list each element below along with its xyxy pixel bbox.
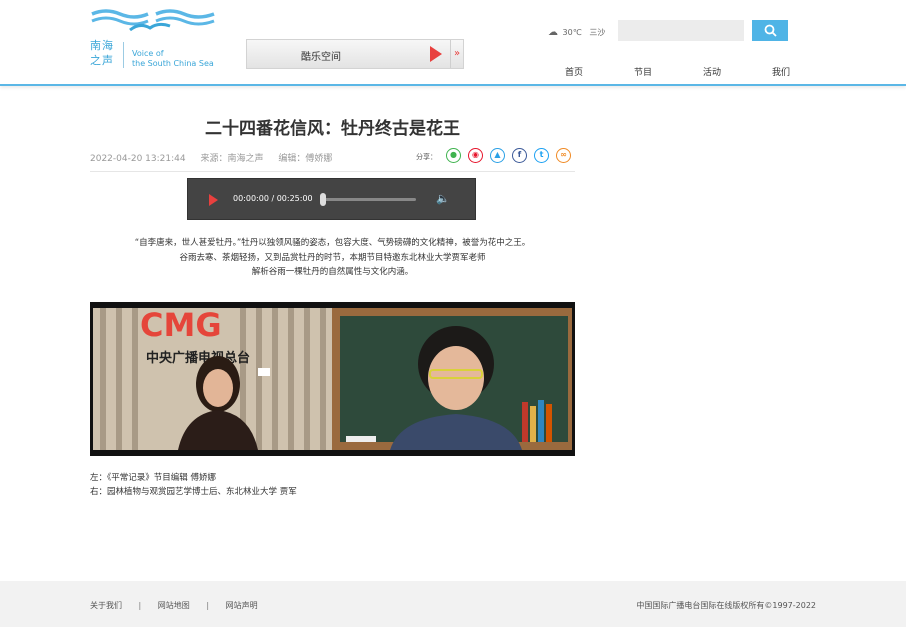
player-title: 酷乐空间 bbox=[301, 52, 341, 63]
article-meta: 2022-04-20 13:21:44 来源：南海之声 编辑：傅娇娜 bbox=[90, 151, 344, 164]
svg-text:CMG: CMG bbox=[140, 306, 222, 344]
share-label: 分享： bbox=[416, 153, 437, 161]
weibo-icon[interactable]: ◉ bbox=[468, 148, 483, 163]
caption-left: 左：《平常记录》节目编辑 傅娇娜 bbox=[90, 473, 216, 483]
qq-icon[interactable]: ▲ bbox=[490, 148, 505, 163]
intro-line-3: 解析谷雨一棵牡丹的自然属性与文化内涵。 bbox=[251, 267, 414, 277]
audio-progress-knob[interactable] bbox=[320, 193, 326, 206]
weather-city: 三沙 bbox=[589, 28, 606, 37]
nav-about[interactable]: 我们 bbox=[772, 65, 790, 78]
article-title: 二十四番花信风：牡丹终古是花王 bbox=[205, 119, 460, 139]
logo-en-line1: Voice of bbox=[132, 49, 164, 58]
site-logo[interactable]: 南海之声 Voice of the South China Sea bbox=[90, 8, 220, 70]
video-call-photo: CMG 中央广播电视总台 bbox=[90, 302, 575, 456]
wechat-icon[interactable]: ● bbox=[446, 148, 461, 163]
logo-waves-icon bbox=[91, 9, 215, 32]
play-icon[interactable] bbox=[430, 46, 442, 62]
audio-progress-track[interactable] bbox=[322, 198, 416, 201]
share-bar: ● ◉ ▲ f t ∞ bbox=[446, 148, 571, 163]
logo-text-cn: 南海之声 bbox=[90, 39, 114, 67]
footer-separator: | bbox=[138, 601, 142, 610]
photo-sign: 中央广播电视总台 bbox=[146, 350, 250, 366]
nav-events[interactable]: 活动 bbox=[703, 65, 721, 78]
footer-link-about[interactable]: 关于我们 bbox=[90, 601, 122, 610]
nav-home[interactable]: 首页 bbox=[565, 65, 583, 78]
meta-divider bbox=[90, 171, 575, 172]
chevron-down-icon[interactable]: » bbox=[450, 40, 463, 68]
facebook-icon[interactable]: f bbox=[512, 148, 527, 163]
audio-time: 00:00:00 / 00:25:00 bbox=[233, 194, 313, 203]
caption-right: 右：园林植物与观赏园艺学博士后、东北林业大学 贾军 bbox=[90, 487, 297, 497]
audio-player: 00:00:00 / 00:25:00 🔈 bbox=[187, 178, 476, 220]
article-intro: “自李唐来，世人甚爱牡丹。”牡丹以独领风骚的姿态，包容大度、气势磅礴的文化精神，… bbox=[90, 236, 575, 280]
intro-line-2: 谷雨去寒、茶烟轻扬，又到品赏牡丹的时节，本期节目特邀东北林业大学贾军老师 bbox=[179, 252, 486, 263]
logo-en-line2: the South China Sea bbox=[132, 59, 214, 68]
intro-line-1: “自李唐来，世人甚爱牡丹。”牡丹以独领风骚的姿态，包容大度、气势磅礴的文化精神，… bbox=[134, 238, 531, 248]
footer-link-statement[interactable]: 网站声明 bbox=[226, 601, 258, 610]
footer-links: 关于我们 | 网站地图 | 网站声明 bbox=[90, 600, 258, 611]
cloud-icon: ☁ bbox=[548, 27, 558, 38]
photo-caption: 左：《平常记录》节目编辑 傅娇娜 右：园林植物与观赏园艺学博士后、东北林业大学 … bbox=[90, 471, 297, 499]
site-header: 南海之声 Voice of the South China Sea 酷乐空间 »… bbox=[0, 0, 906, 86]
volume-icon[interactable]: 🔈 bbox=[436, 192, 450, 205]
nav-programs[interactable]: 节目 bbox=[634, 65, 652, 78]
live-player: 酷乐空间 » bbox=[246, 39, 464, 69]
weather-temp: 30℃ bbox=[562, 28, 582, 37]
search-icon bbox=[764, 24, 777, 37]
logo-separator bbox=[123, 42, 124, 68]
article-editor: 编辑：傅娇娜 bbox=[278, 154, 333, 164]
play-icon[interactable] bbox=[209, 194, 218, 206]
weather-widget: ☁ 30℃ 三沙 bbox=[548, 27, 605, 38]
article-photo: CMG 中央广播电视总台 bbox=[90, 302, 575, 456]
article-date: 2022-04-20 13:21:44 bbox=[90, 154, 186, 164]
logo-text-en: Voice of the South China Sea bbox=[132, 49, 214, 69]
search-button[interactable] bbox=[752, 20, 788, 41]
footer-link-sitemap[interactable]: 网站地图 bbox=[158, 601, 190, 610]
twitter-icon[interactable]: t bbox=[534, 148, 549, 163]
site-footer: 关于我们 | 网站地图 | 网站声明 中国国际广播电台国际在线版权所有©1997… bbox=[0, 581, 906, 627]
link-icon[interactable]: ∞ bbox=[556, 148, 571, 163]
footer-separator: | bbox=[206, 601, 210, 610]
copyright-text: 中国国际广播电台国际在线版权所有©1997-2022 bbox=[636, 601, 816, 610]
search-input[interactable] bbox=[618, 20, 744, 41]
article-source: 来源：南海之声 bbox=[200, 154, 264, 164]
